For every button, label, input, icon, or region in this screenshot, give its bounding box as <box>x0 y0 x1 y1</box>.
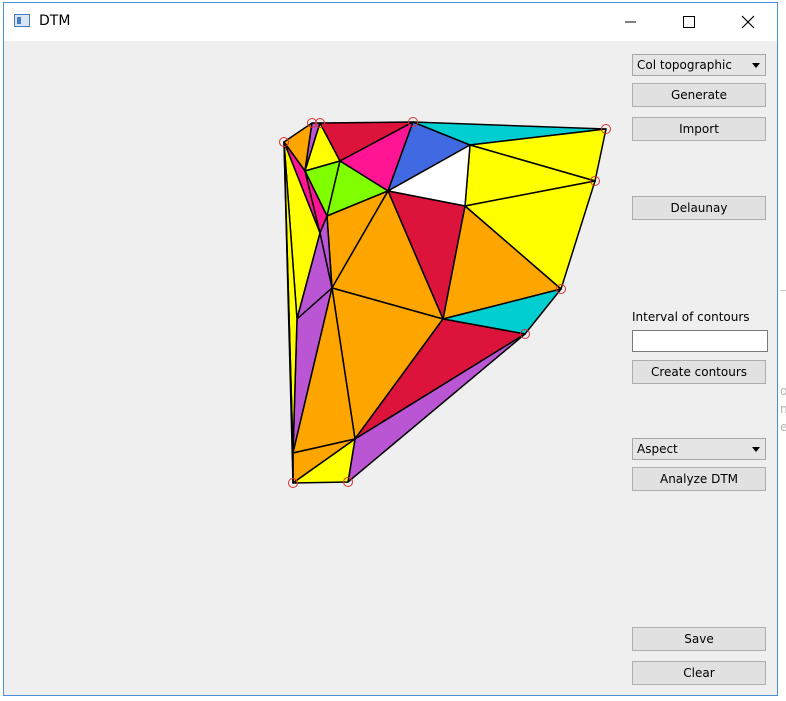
background-window-edge <box>779 0 786 701</box>
analysis-combo-value: Aspect <box>637 442 678 456</box>
maximize-button[interactable] <box>666 3 712 41</box>
generate-button[interactable]: Generate <box>632 83 766 107</box>
background-text-fragment: or <box>780 384 786 398</box>
create-contours-button[interactable]: Create contours <box>632 360 766 384</box>
app-icon <box>14 14 30 27</box>
chevron-down-icon <box>752 447 760 452</box>
maximize-icon <box>683 16 695 28</box>
control-panel: Col topographic Generate Import Delaunay… <box>630 41 777 695</box>
background-text-fragment: e <box>780 420 786 434</box>
delaunay-button[interactable]: Delaunay <box>632 196 766 220</box>
minimize-icon <box>625 21 636 23</box>
background-window-divider <box>780 290 786 291</box>
interval-label: Interval of contours <box>632 310 750 324</box>
save-button[interactable]: Save <box>632 627 766 651</box>
minimize-button[interactable] <box>608 3 654 41</box>
title-bar: DTM <box>4 3 777 41</box>
clear-button[interactable]: Clear <box>632 661 766 685</box>
background-text-fragment: n <box>780 402 786 416</box>
app-window: DTM Col topographic Generate Import Dela… <box>3 2 778 696</box>
tin-triangulation[interactable] <box>4 41 630 695</box>
chevron-down-icon <box>752 63 760 68</box>
method-combo-value: Col topographic <box>637 58 732 72</box>
analyze-dtm-button[interactable]: Analyze DTM <box>632 467 766 491</box>
window-title: DTM <box>39 13 71 29</box>
close-icon <box>741 15 755 29</box>
close-button[interactable] <box>725 3 771 41</box>
import-button[interactable]: Import <box>632 117 766 141</box>
dtm-canvas[interactable] <box>4 41 630 695</box>
interval-input[interactable] <box>632 330 768 352</box>
method-combo[interactable]: Col topographic <box>632 54 766 76</box>
analysis-combo[interactable]: Aspect <box>632 438 766 460</box>
